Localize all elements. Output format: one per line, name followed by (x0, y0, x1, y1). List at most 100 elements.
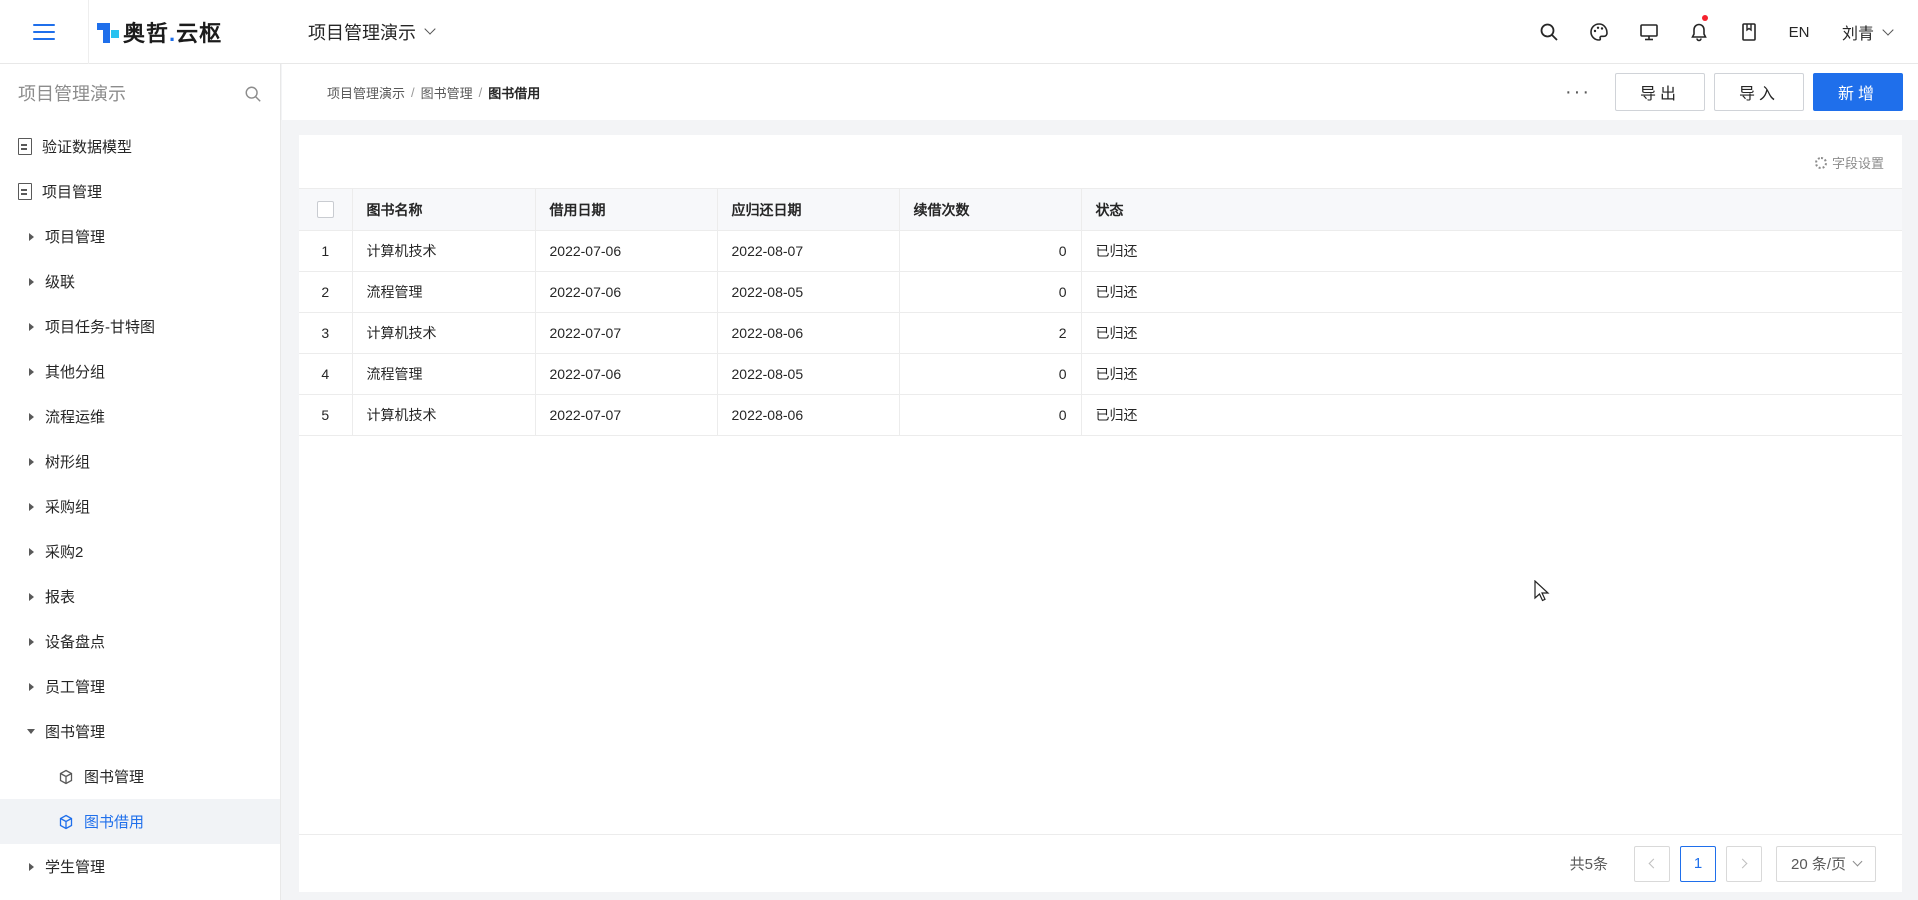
breadcrumb-current: 图书借用 (488, 85, 541, 101)
mouse-cursor-icon (1534, 580, 1550, 602)
export-button[interactable]: 导出 (1615, 73, 1705, 111)
cell-status: 已归还 (1081, 230, 1902, 272)
sidebar-group-reports[interactable]: 报表 (0, 574, 280, 619)
bookmark-button[interactable] (1724, 0, 1774, 64)
caret-right-icon (29, 502, 34, 511)
chevron-down-icon (1852, 856, 1863, 866)
table-header-row: 图书名称 借用日期 应归还日期 续借次数 状态 (299, 188, 1902, 231)
breadcrumb-item[interactable]: 图书管理 (421, 83, 473, 102)
cube-icon (59, 769, 73, 784)
sidebar-item-project-doc[interactable]: 项目管理 (0, 169, 280, 214)
user-name: 刘青 (1841, 26, 1874, 43)
sidebar-group-tree[interactable]: 树形组 (0, 439, 280, 484)
prev-page-button[interactable] (1634, 845, 1670, 882)
caret-right-icon (29, 547, 34, 556)
sidebar-item-label: 树形组 (45, 454, 91, 471)
sidebar-group-other[interactable]: 其他分组 (0, 349, 280, 394)
sidebar-group-employees[interactable]: 员工管理 (0, 664, 280, 709)
table-row[interactable]: 1 计算机技术 2022-07-06 2022-08-07 0 已归还 (299, 230, 1902, 272)
page-number-button[interactable]: 1 (1680, 845, 1716, 882)
cell-book-name: 计算机技术 (352, 312, 536, 354)
column-header-renew-count[interactable]: 续借次数 (899, 188, 1082, 231)
app-name: 项目管理演示 (308, 22, 416, 43)
field-settings-button[interactable]: 字段设置 (1814, 153, 1884, 172)
sidebar-group-inventory[interactable]: 设备盘点 (0, 619, 280, 664)
table-row[interactable]: 3 计算机技术 2022-07-07 2022-08-06 2 已归还 (299, 312, 1902, 354)
cell-due-date: 2022-08-06 (717, 312, 900, 354)
cell-book-name: 计算机技术 (352, 230, 536, 272)
caret-right-icon (29, 232, 34, 241)
cell-renew-count: 0 (899, 353, 1082, 395)
breadcrumb-item[interactable]: 项目管理演示 (327, 83, 405, 102)
caret-right-icon (29, 862, 34, 871)
caret-right-icon (29, 592, 34, 601)
cell-book-name: 流程管理 (352, 353, 536, 395)
select-all-checkbox[interactable] (316, 201, 334, 219)
table-row[interactable]: 2 流程管理 2022-07-06 2022-08-05 0 已归还 (299, 271, 1902, 313)
app-switcher[interactable]: 项目管理演示 (308, 19, 436, 45)
cell-status: 已归还 (1081, 271, 1902, 313)
theme-button[interactable] (1574, 0, 1624, 64)
chevron-left-icon (1648, 858, 1659, 869)
sidebar-item-books[interactable]: 图书管理 (0, 754, 280, 799)
caret-right-icon (29, 277, 34, 286)
chevron-down-icon (424, 23, 436, 35)
caret-right-icon (29, 367, 34, 376)
row-index: 4 (299, 353, 353, 395)
chevron-right-icon (1737, 858, 1748, 869)
cell-status: 已归还 (1081, 394, 1902, 436)
next-page-button[interactable] (1726, 845, 1762, 882)
column-header-due-date[interactable]: 应归还日期 (717, 188, 900, 231)
search-icon (1540, 23, 1558, 41)
sidebar-group-gantt[interactable]: 项目任务-甘特图 (0, 304, 280, 349)
cell-status: 已归还 (1081, 312, 1902, 354)
language-switch[interactable]: EN (1774, 24, 1824, 41)
bell-icon (1691, 23, 1707, 42)
search-icon[interactable] (244, 85, 262, 103)
cell-borrow-date: 2022-07-06 (535, 353, 718, 395)
sidebar-item-verify-model[interactable]: 验证数据模型 (0, 124, 280, 169)
sidebar-group-purchase[interactable]: 采购组 (0, 484, 280, 529)
sidebar-item-label: 级联 (45, 274, 76, 291)
select-all-cell (299, 188, 353, 231)
logo-mark-icon (97, 21, 119, 43)
menu-toggle-button[interactable] (0, 0, 88, 64)
sidebar-group-students[interactable]: 学生管理 (0, 844, 280, 889)
breadcrumb-separator: / (478, 84, 483, 100)
column-header-borrow-date[interactable]: 借用日期 (535, 188, 718, 231)
page-size-value: 20 条/页 (1790, 856, 1847, 873)
field-settings-label: 字段设置 (1831, 156, 1884, 171)
table-row[interactable]: 4 流程管理 2022-07-06 2022-08-05 0 已归还 (299, 353, 1902, 395)
notification-button[interactable] (1674, 0, 1724, 64)
table-row[interactable]: 5 计算机技术 2022-07-07 2022-08-06 0 已归还 (299, 394, 1902, 436)
sidebar: 验证数据模型 项目管理 项目管理 级联 项目任务-甘特图 其他分组 流程运维 树… (0, 64, 281, 900)
sidebar-item-label: 员工管理 (45, 679, 106, 696)
caret-right-icon (29, 682, 34, 691)
more-actions-button[interactable]: ··· (1558, 73, 1598, 111)
sidebar-group-project[interactable]: 项目管理 (0, 214, 280, 259)
search-button[interactable] (1524, 0, 1574, 64)
sidebar-group-purchase2[interactable]: 采购2 (0, 529, 280, 574)
column-header-status[interactable]: 状态 (1081, 188, 1902, 231)
logo[interactable]: 奥哲.云枢 (88, 0, 298, 64)
sidebar-group-workflow-ops[interactable]: 流程运维 (0, 394, 280, 439)
row-index: 2 (299, 271, 353, 313)
monitor-button[interactable] (1624, 0, 1674, 64)
document-icon (18, 138, 32, 155)
page-size-select[interactable]: 20 条/页 (1776, 845, 1876, 882)
sidebar-group-cascade[interactable]: 级联 (0, 259, 280, 304)
column-header-book-name[interactable]: 图书名称 (352, 188, 536, 231)
user-menu[interactable]: 刘青 (1824, 20, 1918, 44)
sidebar-item-label: 设备盘点 (45, 634, 106, 651)
sidebar-item-label: 其他分组 (45, 364, 106, 381)
pagination-total: 共5条 (1569, 856, 1608, 873)
sidebar-search-input[interactable] (18, 83, 218, 105)
sidebar-group-books[interactable]: 图书管理 (0, 709, 280, 754)
sidebar-item-book-borrow[interactable]: 图书借用 (0, 799, 280, 844)
header-actions: EN 刘青 (1524, 0, 1918, 64)
import-button[interactable]: 导入 (1714, 73, 1804, 111)
add-button[interactable]: 新增 (1813, 73, 1903, 111)
pagination: 共5条 1 20 条/页 (299, 834, 1902, 892)
sidebar-item-label: 项目管理 (45, 229, 106, 246)
bookmark-icon (1742, 23, 1756, 41)
